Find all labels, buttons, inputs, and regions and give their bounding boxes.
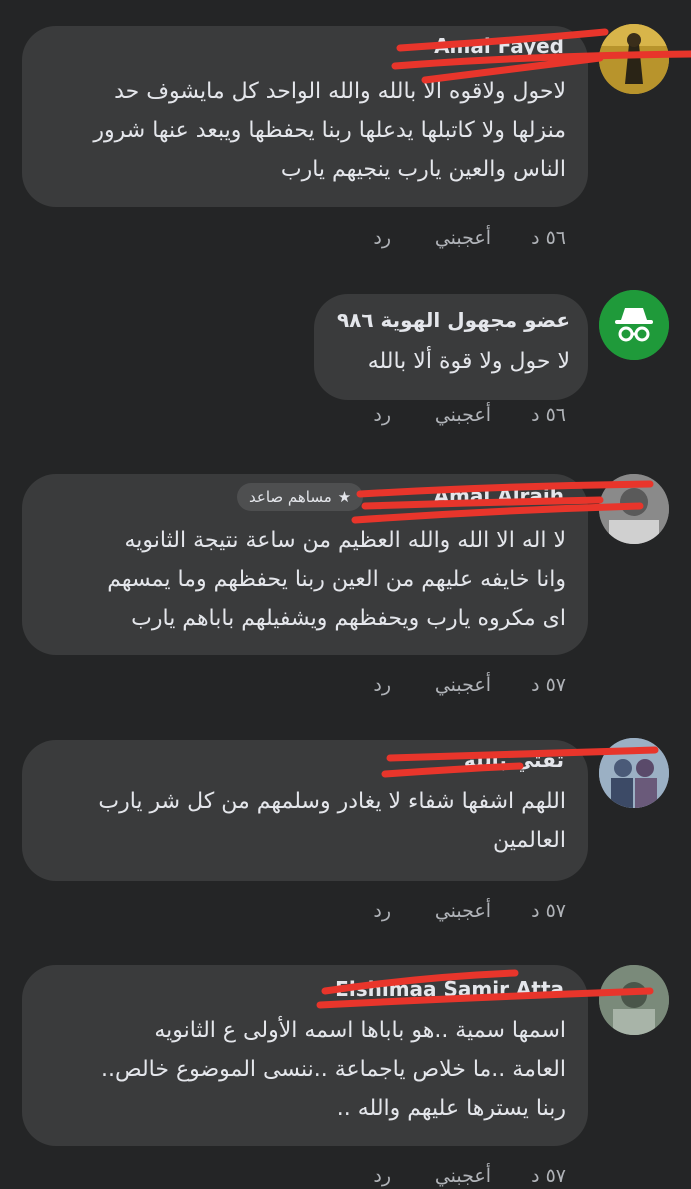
comment-text: لا حول ولا قوة ألا بالله [332,342,570,381]
reply-button[interactable]: رد [373,674,391,696]
comment-bubble: عضو مجهول الهوية ٩٨٦ لا حول ولا قوة ألا … [314,294,588,400]
comment-line: اسمها سمية ..هو باباها اسمه الأولى ع الث… [154,1018,566,1043]
reply-button[interactable]: رد [373,1165,391,1187]
badge-label: مساهم صاعد [249,488,332,506]
user-avatar[interactable] [599,24,669,94]
timestamp: ٥٧ د [531,674,566,696]
avatar-photo-icon [599,965,669,1035]
comment-2: عضو مجهول الهوية ٩٨٦ لا حول ولا قوة ألا … [0,280,691,440]
comment-line: ربنا يسترها عليهم والله .. [336,1096,566,1121]
timestamp: ٥٦ د [531,404,566,426]
comment-3: Amal Alraih ★ مساهم صاعد لا اله الا الله … [0,460,691,710]
comment-line: وانا خايفه عليهم من العين ربنا يحفظهم وم… [107,567,566,592]
comment-1: Amal Fayed لاحول ولاقوه الا بالله والله … [0,0,691,260]
user-avatar[interactable] [599,965,669,1035]
comment-bubble: Amal Alraih ★ مساهم صاعد لا اله الا الله … [22,474,588,655]
comment-bubble: Elshimaa Samir Atta اسمها سمية ..هو بابا… [22,965,588,1146]
comment-line: العامة ..ما خلاص ياجماعة ..ننسى الموضوع … [101,1057,566,1082]
like-button[interactable]: أعجبني [435,227,491,249]
comment-5: Elshimaa Samir Atta اسمها سمية ..هو بابا… [0,955,691,1187]
comment-actions: ٥٦ د أعجبني رد [0,227,691,251]
like-button[interactable]: أعجبني [435,674,491,696]
author-name[interactable]: Amal Alraih [434,484,564,508]
author-name[interactable]: ثقتي بالله [464,748,564,772]
timestamp: ٥٧ د [531,900,566,922]
timestamp: ٥٧ د [531,1165,566,1187]
reply-button[interactable]: رد [373,900,391,922]
like-button[interactable]: أعجبني [435,404,491,426]
comment-actions: ٥٧ د أعجبني رد [0,900,691,924]
author-name[interactable]: Amal Fayed [434,34,564,58]
rising-contributor-badge: ★ مساهم صاعد [237,483,364,511]
comment-actions: ٥٦ د أعجبني رد [0,404,691,428]
reply-button[interactable]: رد [373,227,391,249]
comment-text: اسمها سمية ..هو باباها اسمه الأولى ع الث… [40,1011,566,1128]
avatar-photo-icon [599,738,669,808]
comment-bubble: ثقتي بالله اللهم اشفها شفاء لا يغادر وسل… [22,740,588,881]
user-avatar[interactable] [599,474,669,544]
incognito-icon [599,290,669,360]
comment-bubble: Amal Fayed لاحول ولاقوه الا بالله والله … [22,26,588,207]
star-icon: ★ [337,488,352,506]
avatar-photo-icon [599,474,669,544]
comment-text: لا اله الا الله والله العظيم من ساعة نتي… [40,521,566,638]
author-name[interactable]: عضو مجهول الهوية ٩٨٦ [337,308,570,332]
comment-line: اى مكروه يارب ويحفظهم ويشفيلهم باباهم يا… [131,606,566,631]
timestamp: ٥٦ د [531,227,566,249]
comment-line: العالمين [493,828,566,853]
author-name[interactable]: Elshimaa Samir Atta [335,977,564,1001]
comment-actions: ٥٧ د أعجبني رد [0,1165,691,1189]
user-avatar[interactable] [599,738,669,808]
like-button[interactable]: أعجبني [435,1165,491,1187]
comment-text: لاحول ولاقوه الا بالله والله الواحد كل م… [40,72,566,189]
comment-actions: ٥٧ د أعجبني رد [0,674,691,698]
comment-line: لا اله الا الله والله العظيم من ساعة نتي… [124,528,566,553]
comment-4: ثقتي بالله اللهم اشفها شفاء لا يغادر وسل… [0,730,691,950]
reply-button[interactable]: رد [373,404,391,426]
comment-line: اللهم اشفها شفاء لا يغادر وسلمهم من كل ش… [98,789,566,814]
comment-line: منزلها ولا كاتبلها يدعلها ربنا يحفظها وي… [93,118,566,143]
comment-line: الناس والعين يارب ينجيهم يارب [280,157,566,182]
anonymous-avatar[interactable] [599,290,669,360]
comment-line: لا حول ولا قوة ألا بالله [367,349,570,374]
like-button[interactable]: أعجبني [435,900,491,922]
avatar-photo-icon [599,24,669,94]
comment-text: اللهم اشفها شفاء لا يغادر وسلمهم من كل ش… [40,782,566,860]
comment-line: لاحول ولاقوه الا بالله والله الواحد كل م… [114,79,566,104]
